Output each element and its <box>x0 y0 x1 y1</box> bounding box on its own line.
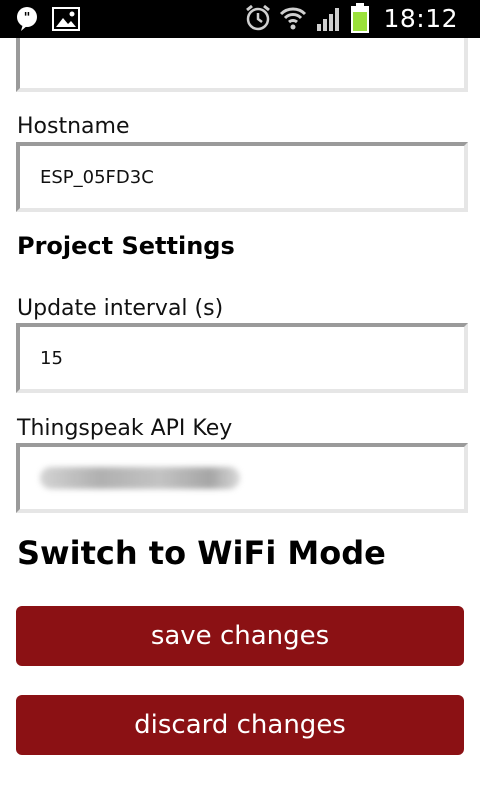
api-key-redacted-value <box>40 467 240 489</box>
api-key-label: Thingspeak API Key <box>17 416 233 441</box>
update-interval-value: 15 <box>40 347 63 369</box>
hostname-value: ESP_05FD3C <box>40 166 154 188</box>
alarm-icon <box>245 4 271 32</box>
update-interval-field[interactable]: 15 <box>16 323 468 393</box>
hostname-label: Hostname <box>17 114 130 139</box>
switch-wifi-heading[interactable]: Switch to WiFi Mode <box>17 534 386 572</box>
top-input-field[interactable] <box>16 38 468 92</box>
signal-icon <box>315 4 343 32</box>
discard-changes-button[interactable]: discard changes <box>16 695 464 755</box>
update-interval-label: Update interval (s) <box>17 296 224 321</box>
battery-icon <box>351 3 370 33</box>
notification-icon: " <box>14 6 40 32</box>
save-changes-button[interactable]: save changes <box>16 606 464 666</box>
api-key-field[interactable] <box>16 443 468 513</box>
svg-text:": " <box>24 11 31 26</box>
settings-page: Hostname ESP_05FD3C Project Settings Upd… <box>0 38 480 800</box>
image-icon <box>52 6 80 32</box>
project-settings-heading: Project Settings <box>17 232 235 260</box>
status-bar: " 18:12 <box>0 0 480 38</box>
wifi-icon <box>279 5 307 31</box>
status-time: 18:12 <box>383 3 458 33</box>
hostname-field[interactable]: ESP_05FD3C <box>16 142 468 212</box>
